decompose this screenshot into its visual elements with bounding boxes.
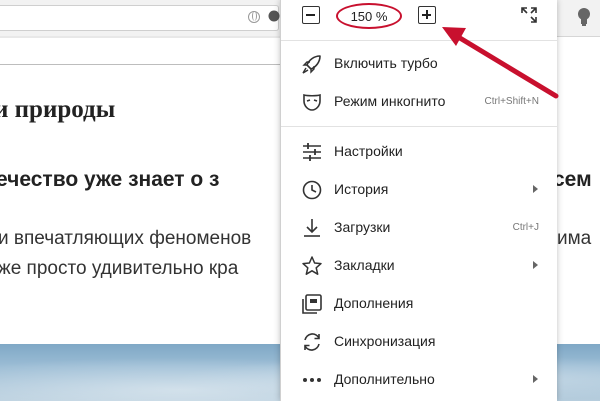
globe-icon	[248, 11, 260, 23]
sync-icon	[304, 333, 320, 351]
article-subtitle: ечество уже знает о з	[0, 168, 220, 191]
more-dots-icon	[303, 378, 321, 382]
address-bar[interactable]	[0, 5, 279, 31]
article-paragraph-line: и впечатляющих феноменов	[0, 228, 252, 249]
menu-item-bookmarks[interactable]: Закладки	[281, 248, 557, 284]
menu-item-label: Загрузки	[334, 219, 391, 235]
rocket-icon	[302, 55, 321, 74]
menu-item-settings[interactable]: Настройки	[281, 134, 557, 170]
menu-item-sync[interactable]: Синхронизация	[281, 324, 557, 360]
submenu-arrow-icon	[533, 375, 538, 383]
zoom-out-button[interactable]	[302, 6, 320, 24]
menu-item-label: Синхронизация	[334, 333, 436, 349]
menu-item-extensions[interactable]: Дополнения	[281, 286, 557, 322]
article-subtitle-fragment: сем	[553, 168, 592, 191]
menu-item-downloads[interactable]: Загрузки Ctrl+J	[281, 210, 557, 246]
menu-item-label: История	[334, 181, 389, 197]
download-icon	[304, 219, 320, 237]
menu-item-label: Дополнительно	[334, 371, 435, 387]
menu-item-label: Дополнения	[334, 295, 414, 311]
menu-item-history[interactable]: История	[281, 172, 557, 208]
extension-icon[interactable]	[268, 9, 280, 23]
page-divider	[0, 64, 280, 65]
annotation-arrow-icon	[442, 27, 559, 99]
menu-item-more[interactable]: Дополнительно	[281, 362, 557, 398]
submenu-arrow-icon	[533, 185, 538, 193]
incognito-mask-icon	[303, 93, 321, 111]
article-title: и природы	[0, 96, 116, 123]
extensions-icon	[302, 294, 322, 314]
article-paragraph-fragment: има	[557, 228, 592, 249]
menu-divider	[281, 126, 557, 127]
zoom-level: 150 %	[350, 9, 388, 24]
menu-item-label: Закладки	[334, 257, 395, 273]
menu-item-shortcut: Ctrl+J	[512, 222, 539, 233]
history-clock-icon	[302, 180, 322, 200]
submenu-arrow-icon	[533, 261, 538, 269]
lightbulb-icon[interactable]	[576, 7, 592, 27]
star-icon	[302, 256, 322, 275]
settings-sliders-icon	[303, 143, 321, 161]
article-paragraph-line: же просто удивительно кра	[0, 258, 239, 279]
menu-item-label: Настройки	[334, 143, 403, 159]
